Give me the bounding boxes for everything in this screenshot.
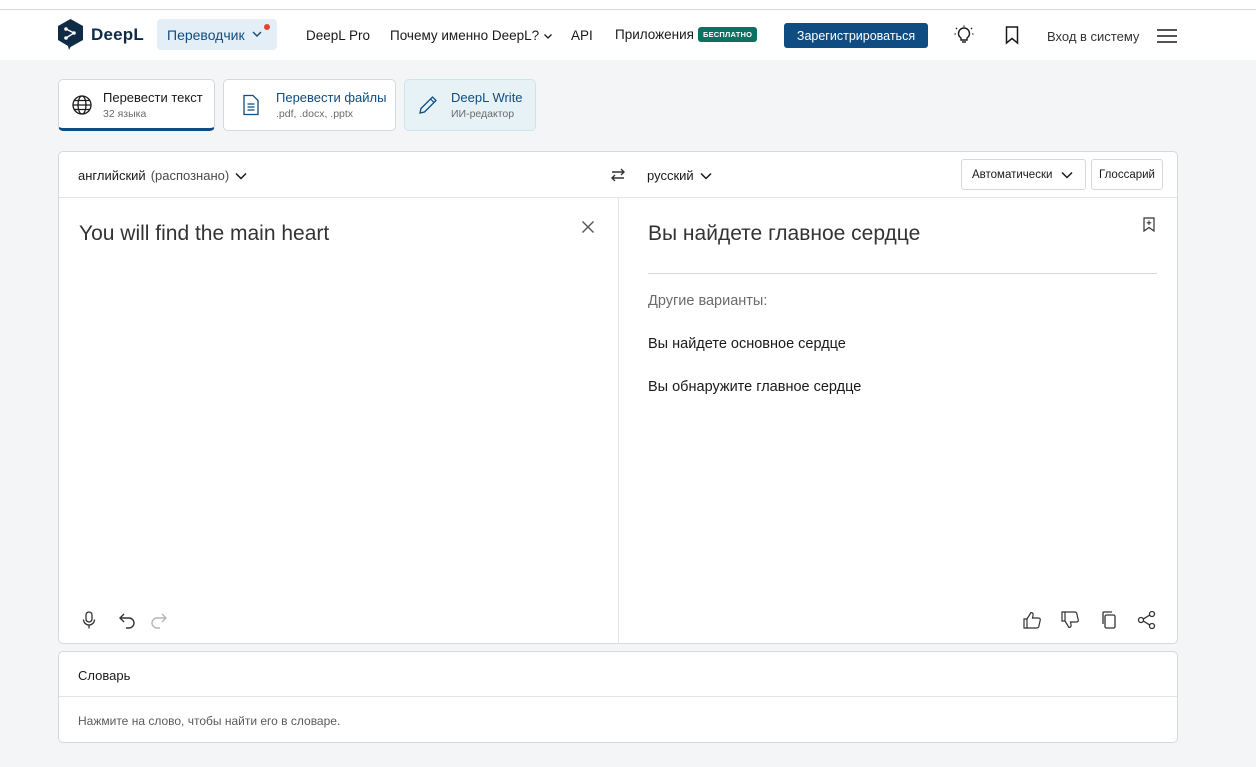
translator-panel: английский (распознано) русский Автомати… xyxy=(58,151,1178,644)
nav-deepl-pro[interactable]: DeepL Pro xyxy=(306,28,370,43)
microphone-icon[interactable] xyxy=(79,610,99,630)
undo-icon[interactable] xyxy=(117,610,137,630)
tab-translate-files-subtitle: .pdf, .docx, .pptx xyxy=(276,108,354,120)
tab-deepl-write-subtitle: ИИ-редактор xyxy=(451,108,515,120)
target-text-output[interactable]: Вы найдете главное сердце xyxy=(648,222,920,246)
lightbulb-icon[interactable] xyxy=(954,25,974,45)
deepl-logo[interactable]: DeepL xyxy=(58,19,144,50)
top-header: DeepL Переводчик DeepL Pro Почему именно… xyxy=(0,10,1256,60)
source-language-detected: (распознано) xyxy=(150,168,230,183)
nav-api[interactable]: API xyxy=(571,28,593,43)
thumbs-down-icon[interactable] xyxy=(1060,610,1080,630)
panel-divider xyxy=(618,198,619,644)
login-link[interactable]: Вход в систему xyxy=(1047,29,1139,44)
hamburger-menu-icon[interactable] xyxy=(1157,28,1177,44)
bookmark-icon[interactable] xyxy=(1002,25,1022,45)
tab-translate-files-title: Перевести файлы xyxy=(276,90,387,105)
signup-button[interactable]: Зарегистрироваться xyxy=(784,23,928,48)
tab-translate-text[interactable]: Перевести текст 32 языка xyxy=(58,79,215,131)
alternative-translation[interactable]: Вы обнаружите главное сердце xyxy=(648,379,861,395)
nav-deepl-pro-label: DeepL Pro xyxy=(306,28,371,43)
logo-text: DeepL xyxy=(91,24,144,44)
thumbs-up-icon[interactable] xyxy=(1022,610,1042,630)
chevron-down-icon xyxy=(235,172,247,180)
source-language-selector[interactable]: английский (распознано) xyxy=(78,168,248,183)
language-bar: английский (распознано) русский Автомати… xyxy=(59,152,1177,198)
copy-icon[interactable] xyxy=(1099,610,1119,630)
close-icon[interactable] xyxy=(581,220,595,234)
swap-languages-icon[interactable] xyxy=(609,166,627,184)
globe-icon xyxy=(72,95,92,115)
target-language-name: русский xyxy=(647,168,694,183)
dictionary-panel: Словарь Нажмите на слово, чтобы найти ег… xyxy=(58,651,1178,743)
dictionary-hint: Нажмите на слово, чтобы найти его в слов… xyxy=(78,714,341,728)
source-text-input[interactable]: You will find the main heart xyxy=(79,222,329,246)
chevron-down-icon xyxy=(252,31,262,37)
tab-translate-files[interactable]: Перевести файлы .pdf, .docx, .pptx xyxy=(223,79,396,131)
target-language-selector[interactable]: русский xyxy=(647,168,713,183)
nav-apps-label: Приложения xyxy=(615,27,694,42)
nav-why-deepl-label: Почему именно DeepL? xyxy=(390,28,540,43)
redo-icon[interactable] xyxy=(149,610,169,630)
browser-top-strip xyxy=(0,0,1256,10)
alternatives-title: Другие варианты: xyxy=(648,293,768,309)
notification-dot xyxy=(263,24,270,30)
nav-apps[interactable]: Приложения БЕСПЛАТНО xyxy=(615,27,758,42)
document-icon xyxy=(243,94,259,116)
formality-dropdown[interactable]: Автоматически xyxy=(961,159,1086,190)
tab-translate-text-title: Перевести текст xyxy=(103,90,203,105)
free-badge: БЕСПЛАТНО xyxy=(697,27,758,42)
source-language-name: английский xyxy=(78,168,146,183)
tab-deepl-write-title: DeepL Write xyxy=(451,90,523,105)
chevron-down-icon xyxy=(700,172,712,180)
alternative-translation[interactable]: Вы найдете основное сердце xyxy=(648,336,846,352)
share-icon[interactable] xyxy=(1137,610,1157,630)
chevron-down-icon xyxy=(544,33,553,39)
translator-label: Переводчик xyxy=(167,26,245,43)
alternatives-separator xyxy=(648,273,1157,274)
bookmark-add-icon[interactable] xyxy=(1143,217,1155,232)
dictionary-separator xyxy=(59,696,1177,697)
dictionary-title: Словарь xyxy=(78,668,131,683)
deepl-logo-icon xyxy=(58,19,83,50)
nav-why-deepl[interactable]: Почему именно DeepL? xyxy=(390,28,553,43)
nav-api-label: API xyxy=(571,28,593,43)
glossary-button[interactable]: Глоссарий xyxy=(1091,159,1163,190)
translator-dropdown[interactable]: Переводчик xyxy=(157,19,277,50)
chevron-down-icon xyxy=(1061,171,1073,179)
tab-translate-text-subtitle: 32 языка xyxy=(103,108,147,120)
pencil-icon xyxy=(419,96,437,114)
tab-deepl-write[interactable]: DeepL Write ИИ-редактор xyxy=(404,79,536,131)
formality-label: Автоматически xyxy=(972,168,1053,181)
